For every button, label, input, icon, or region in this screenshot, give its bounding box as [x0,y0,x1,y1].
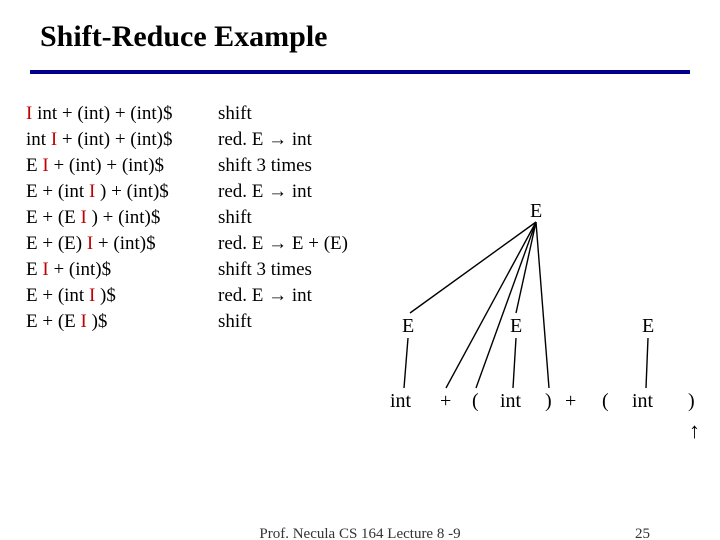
cursor-icon: I [51,129,57,150]
step-action: red. E → E + (E) [218,232,348,256]
step-row: E I + (int) + (int)$shift 3 times [26,154,348,178]
step-config: E + (E I )$ [26,310,216,334]
step-row: E + (E I )$shift [26,310,348,334]
parse-tree: E E E E int + ( int ) + ( int ) ↑ [340,200,710,460]
step-action: red. E → int [218,128,348,152]
arrow-icon: → [268,181,287,202]
slide-title: Shift-Reduce Example [40,20,328,54]
cursor-icon: I [42,155,48,176]
step-config: E + (int I )$ [26,284,216,308]
step-config: E + (int I ) + (int)$ [26,180,216,204]
footer-center: Prof. Necula CS 164 Lecture 8 -9 [0,526,720,540]
step-row: E + (E I ) + (int)$shift [26,206,348,230]
step-action: shift 3 times [218,258,348,282]
step-row: E + (E) I + (int)$red. E → E + (E) [26,232,348,256]
cursor-icon: I [26,103,32,124]
step-action: red. E → int [218,284,348,308]
tree-edges [340,200,710,460]
step-row: E + (int I ) + (int)$red. E → int [26,180,348,204]
steps-table: I int + (int) + (int)$shiftint I + (int)… [24,100,350,336]
step-action: shift [218,206,348,230]
step-row: int I + (int) + (int)$red. E → int [26,128,348,152]
cursor-icon: I [81,207,87,228]
arrow-icon: → [268,129,287,150]
step-config: E + (E) I + (int)$ [26,232,216,256]
step-row: E + (int I )$red. E → int [26,284,348,308]
step-action: shift 3 times [218,154,348,178]
step-config: int I + (int) + (int)$ [26,128,216,152]
cursor-icon: I [89,181,95,202]
footer-page-number: 25 [635,526,650,540]
step-config: I int + (int) + (int)$ [26,102,216,126]
cursor-arrow-icon: ↑ [689,418,700,444]
step-config: E I + (int) + (int)$ [26,154,216,178]
title-rule [30,70,690,74]
cursor-icon: I [87,233,93,254]
step-config: E I + (int)$ [26,258,216,282]
step-config: E + (E I ) + (int)$ [26,206,216,230]
step-action: red. E → int [218,180,348,204]
arrow-icon: → [268,285,287,306]
cursor-icon: I [89,285,95,306]
cursor-icon: I [81,311,87,332]
cursor-icon: I [42,259,48,280]
step-action: shift [218,102,348,126]
slide: Shift-Reduce Example I int + (int) + (in… [0,0,720,540]
step-action: shift [218,310,348,334]
step-row: E I + (int)$shift 3 times [26,258,348,282]
arrow-icon: → [268,233,287,254]
step-row: I int + (int) + (int)$shift [26,102,348,126]
